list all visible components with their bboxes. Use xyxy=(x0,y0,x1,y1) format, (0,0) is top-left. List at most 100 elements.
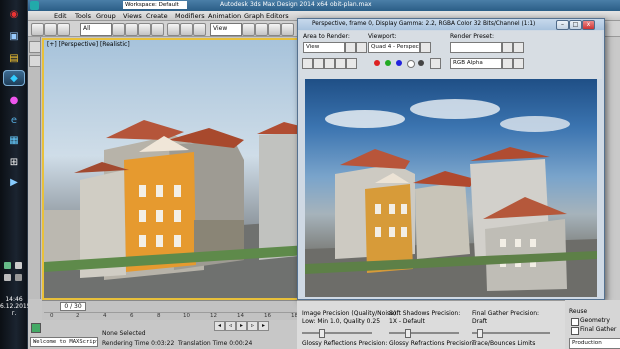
tick-16: 16 xyxy=(264,313,271,319)
viewport-dropdown[interactable]: Quad 4 - Perspec xyxy=(368,42,420,53)
trace-bounces-label: Trace/Bounces Limits xyxy=(472,340,536,347)
image-precision-value: Low: Min 1.0, Quality 0.25 xyxy=(302,318,381,325)
lock-viewport-icon[interactable] xyxy=(420,42,431,53)
timeline: 0 / 30 0 2 4 6 8 10 12 14 16 18 xyxy=(42,300,310,320)
glossy-refractions-label: Glossy Refractions Precision: xyxy=(389,340,476,347)
app-icon[interactable]: ▦ xyxy=(3,132,25,148)
play-icon[interactable]: ▸ xyxy=(236,321,247,331)
toggle-ui-icon[interactable] xyxy=(502,58,513,69)
menu-modifiers[interactable]: Modifiers xyxy=(173,11,207,21)
selection-filter-dropdown[interactable]: All xyxy=(80,23,112,36)
time-slider[interactable]: 0 / 30 xyxy=(60,302,86,311)
tray-network-icon[interactable] xyxy=(15,262,22,269)
menu-edit[interactable]: Edit xyxy=(52,11,69,21)
prev-frame-icon[interactable]: ◃ xyxy=(225,321,236,331)
edit-region-icon[interactable] xyxy=(345,42,356,53)
geometry-label: Geometry xyxy=(580,317,610,324)
ie-icon[interactable]: e xyxy=(3,112,25,128)
mono-icon[interactable] xyxy=(418,60,424,66)
windows-icon[interactable]: ⊞ xyxy=(3,154,25,170)
window-crossing-icon[interactable] xyxy=(151,23,164,36)
blue-channel-icon[interactable] xyxy=(396,60,402,66)
tick-10: 10 xyxy=(183,313,190,319)
mini-listener-icon[interactable] xyxy=(31,323,41,333)
move-icon[interactable] xyxy=(167,23,180,36)
channel-dropdown[interactable]: RGB Alpha xyxy=(450,58,502,69)
strip-button-1[interactable] xyxy=(29,41,41,53)
3dsmax-taskbar-icon[interactable]: ◆ xyxy=(3,70,25,86)
select-by-name-icon[interactable] xyxy=(125,23,138,36)
tray-volume-icon[interactable] xyxy=(4,274,11,281)
tray-flag-icon[interactable] xyxy=(4,262,11,269)
green-channel-icon[interactable] xyxy=(385,60,391,66)
swatch-icon[interactable] xyxy=(430,58,441,69)
final-gather-checkbox[interactable] xyxy=(571,327,579,335)
workspace-dropdown[interactable]: Workspace: Default xyxy=(123,1,187,9)
tick-14: 14 xyxy=(237,313,244,319)
snap-icon[interactable] xyxy=(255,23,268,36)
percent-snap-icon[interactable] xyxy=(281,23,294,36)
clone-frame-icon[interactable] xyxy=(324,58,335,69)
link-icon[interactable] xyxy=(57,23,70,36)
strip-button-2[interactable] xyxy=(29,55,41,67)
angle-snap-icon[interactable] xyxy=(268,23,281,36)
image-precision-slider[interactable] xyxy=(302,332,372,334)
render-preset-dropdown[interactable] xyxy=(450,42,502,53)
reference-coord-dropdown[interactable]: View xyxy=(210,23,242,36)
final-gather-slider[interactable] xyxy=(472,332,550,334)
select-object-icon[interactable] xyxy=(112,23,125,36)
soft-shadows-knob[interactable] xyxy=(405,329,411,338)
environment-icon[interactable] xyxy=(513,42,524,53)
menu-create[interactable]: Create xyxy=(144,11,170,21)
minimize-button[interactable]: – xyxy=(556,20,569,30)
render-settings-panel: Image Precision (Quality/Noise): Low: Mi… xyxy=(297,300,565,349)
undo-icon[interactable] xyxy=(31,23,44,36)
area-to-render-dropdown[interactable]: View xyxy=(303,42,345,53)
menu-views[interactable]: Views xyxy=(121,11,144,21)
folder-icon[interactable]: ▤ xyxy=(3,50,25,66)
start-icon[interactable]: ◉ xyxy=(3,6,25,22)
menu-tools[interactable]: Tools xyxy=(73,11,93,21)
clock-date: 6.12.2015 г. xyxy=(0,303,31,317)
geometry-checkbox[interactable] xyxy=(571,318,579,326)
alpha-channel-icon[interactable] xyxy=(407,60,415,68)
toggle-overlay-icon[interactable] xyxy=(513,58,524,69)
menu-group[interactable]: Group xyxy=(94,11,118,21)
go-start-icon[interactable]: ◂ xyxy=(214,321,225,331)
clear-icon[interactable] xyxy=(346,58,357,69)
maximize-button[interactable]: □ xyxy=(569,20,582,30)
rendered-frame-window: Perspective, frame 0, Display Gamma: 2.2… xyxy=(297,18,605,300)
taskbar-clock[interactable]: 14:46 6.12.2015 г. xyxy=(0,296,31,317)
title-bar: Workspace: Default Autodesk 3ds Max Desi… xyxy=(28,0,620,11)
media-icon[interactable]: ▶ xyxy=(3,174,25,190)
render-setup-icon[interactable] xyxy=(502,42,513,53)
go-end-icon[interactable]: ▸ xyxy=(258,321,269,331)
redo-icon[interactable] xyxy=(44,23,57,36)
soft-shadows-slider[interactable] xyxy=(389,332,459,334)
windows-taskbar: ◉ ▣ ▤ ◆ ● e ▦ ⊞ ▶ 14:46 6.12.2015 г. xyxy=(0,0,31,349)
rotate-icon[interactable] xyxy=(180,23,193,36)
maxscript-listener[interactable]: Welcome to MAXScript xyxy=(30,337,98,347)
scale-icon[interactable] xyxy=(193,23,206,36)
close-button[interactable]: x xyxy=(582,20,595,30)
max-logo-icon[interactable] xyxy=(30,1,39,10)
explorer-icon[interactable]: ▣ xyxy=(3,28,25,44)
next-frame-icon[interactable]: ▹ xyxy=(247,321,258,331)
auto-region-icon[interactable] xyxy=(356,42,367,53)
save-image-icon[interactable] xyxy=(302,58,313,69)
final-gather-knob[interactable] xyxy=(477,329,483,338)
red-channel-icon[interactable] xyxy=(374,60,380,66)
tray-power-icon[interactable] xyxy=(15,274,22,281)
final-gather-check-label: Final Gather xyxy=(580,326,617,333)
browser-icon[interactable]: ● xyxy=(3,92,25,108)
copy-image-icon[interactable] xyxy=(313,58,324,69)
rendered-scene xyxy=(305,99,597,297)
pivot-icon[interactable] xyxy=(242,23,255,36)
print-icon[interactable] xyxy=(335,58,346,69)
production-dropdown[interactable]: Production xyxy=(569,338,620,349)
perspective-viewport[interactable]: [+] [Perspective] [Realistic] xyxy=(42,38,310,300)
rect-selection-icon[interactable] xyxy=(138,23,151,36)
image-precision-knob[interactable] xyxy=(319,329,325,338)
menu-graph-editors[interactable]: Graph Editors xyxy=(242,11,291,21)
menu-animation[interactable]: Animation xyxy=(206,11,243,21)
